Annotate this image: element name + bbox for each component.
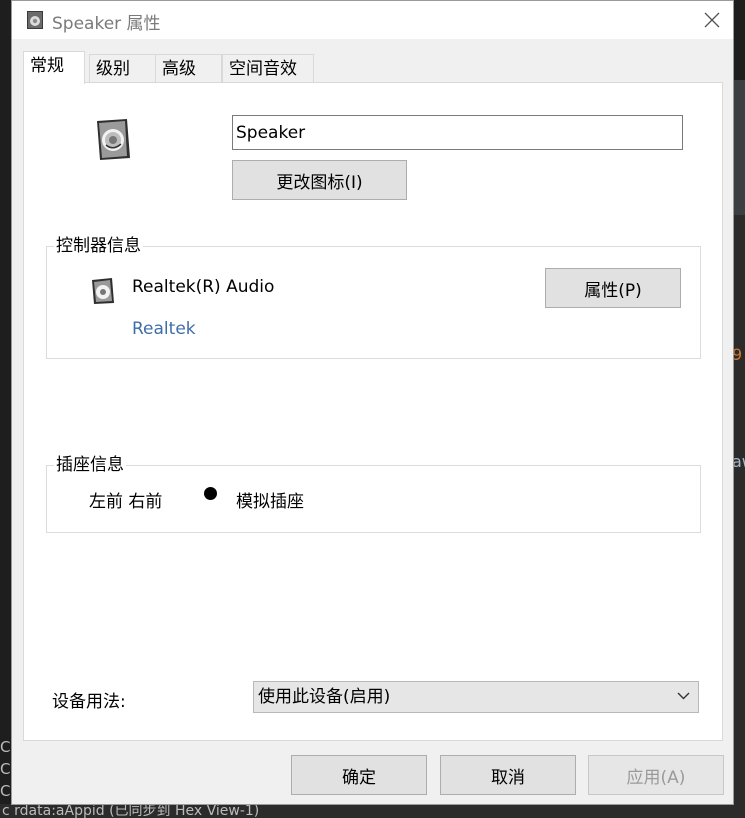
jack-color-indicator [204,487,217,500]
controller-device-name: Realtek(R) Audio [132,277,275,297]
controller-info-group: 控制器信息 Realtek(R) Audio Realtek 属性(P) [46,235,701,359]
ok-button[interactable]: 确定 [291,755,427,795]
properties-dialog: Speaker 属性 常规 级别 高级 空间音效 更改图标(I) 控制器信息 [11,0,734,805]
device-name-input[interactable] [232,115,683,150]
change-icon-button[interactable]: 更改图标(I) [232,160,407,200]
tab-levels[interactable]: 级别 [89,54,156,83]
speaker-icon [97,119,130,160]
general-tab-panel: 更改图标(I) 控制器信息 Realtek(R) Audio Realtek 属… [23,82,723,741]
tab-general[interactable]: 常规 [23,51,85,84]
background-editor-left [0,0,11,818]
speaker-icon [27,11,43,29]
controller-info-title: 控制器信息 [54,235,143,257]
device-usage-select[interactable]: 使用此设备(启用) [253,681,699,713]
vendor-link[interactable]: Realtek [132,319,196,339]
window-title: Speaker 属性 [52,14,161,34]
jack-type: 模拟插座 [236,492,304,512]
jack-info-title: 插座信息 [54,454,126,476]
device-usage-value: 使用此设备(启用) [258,687,391,707]
apply-button[interactable]: 应用(A) [588,755,724,795]
cancel-button[interactable]: 取消 [440,755,576,795]
background-editor-right: 9 aw [732,0,745,818]
background-char: C [0,738,11,756]
device-usage-label: 设备用法: [52,692,126,712]
controller-properties-button[interactable]: 属性(P) [545,268,681,308]
background-status-text: c rdata:aAppid (已同步到 Hex View-1) [0,804,745,818]
close-icon [704,12,720,28]
chevron-down-icon [677,692,690,700]
jack-position: 左前 右前 [89,492,163,512]
tab-advanced[interactable]: 高级 [155,54,222,83]
background-char: C [0,782,11,800]
background-code-fragment: C C C [0,736,10,802]
title-bar[interactable]: Speaker 属性 [12,1,733,39]
close-button[interactable] [699,7,725,33]
speaker-icon [92,278,114,304]
jack-info-group: 插座信息 左前 右前 模拟插座 [46,454,701,533]
background-char: C [0,760,11,778]
tab-spatial-sound[interactable]: 空间音效 [222,54,314,83]
